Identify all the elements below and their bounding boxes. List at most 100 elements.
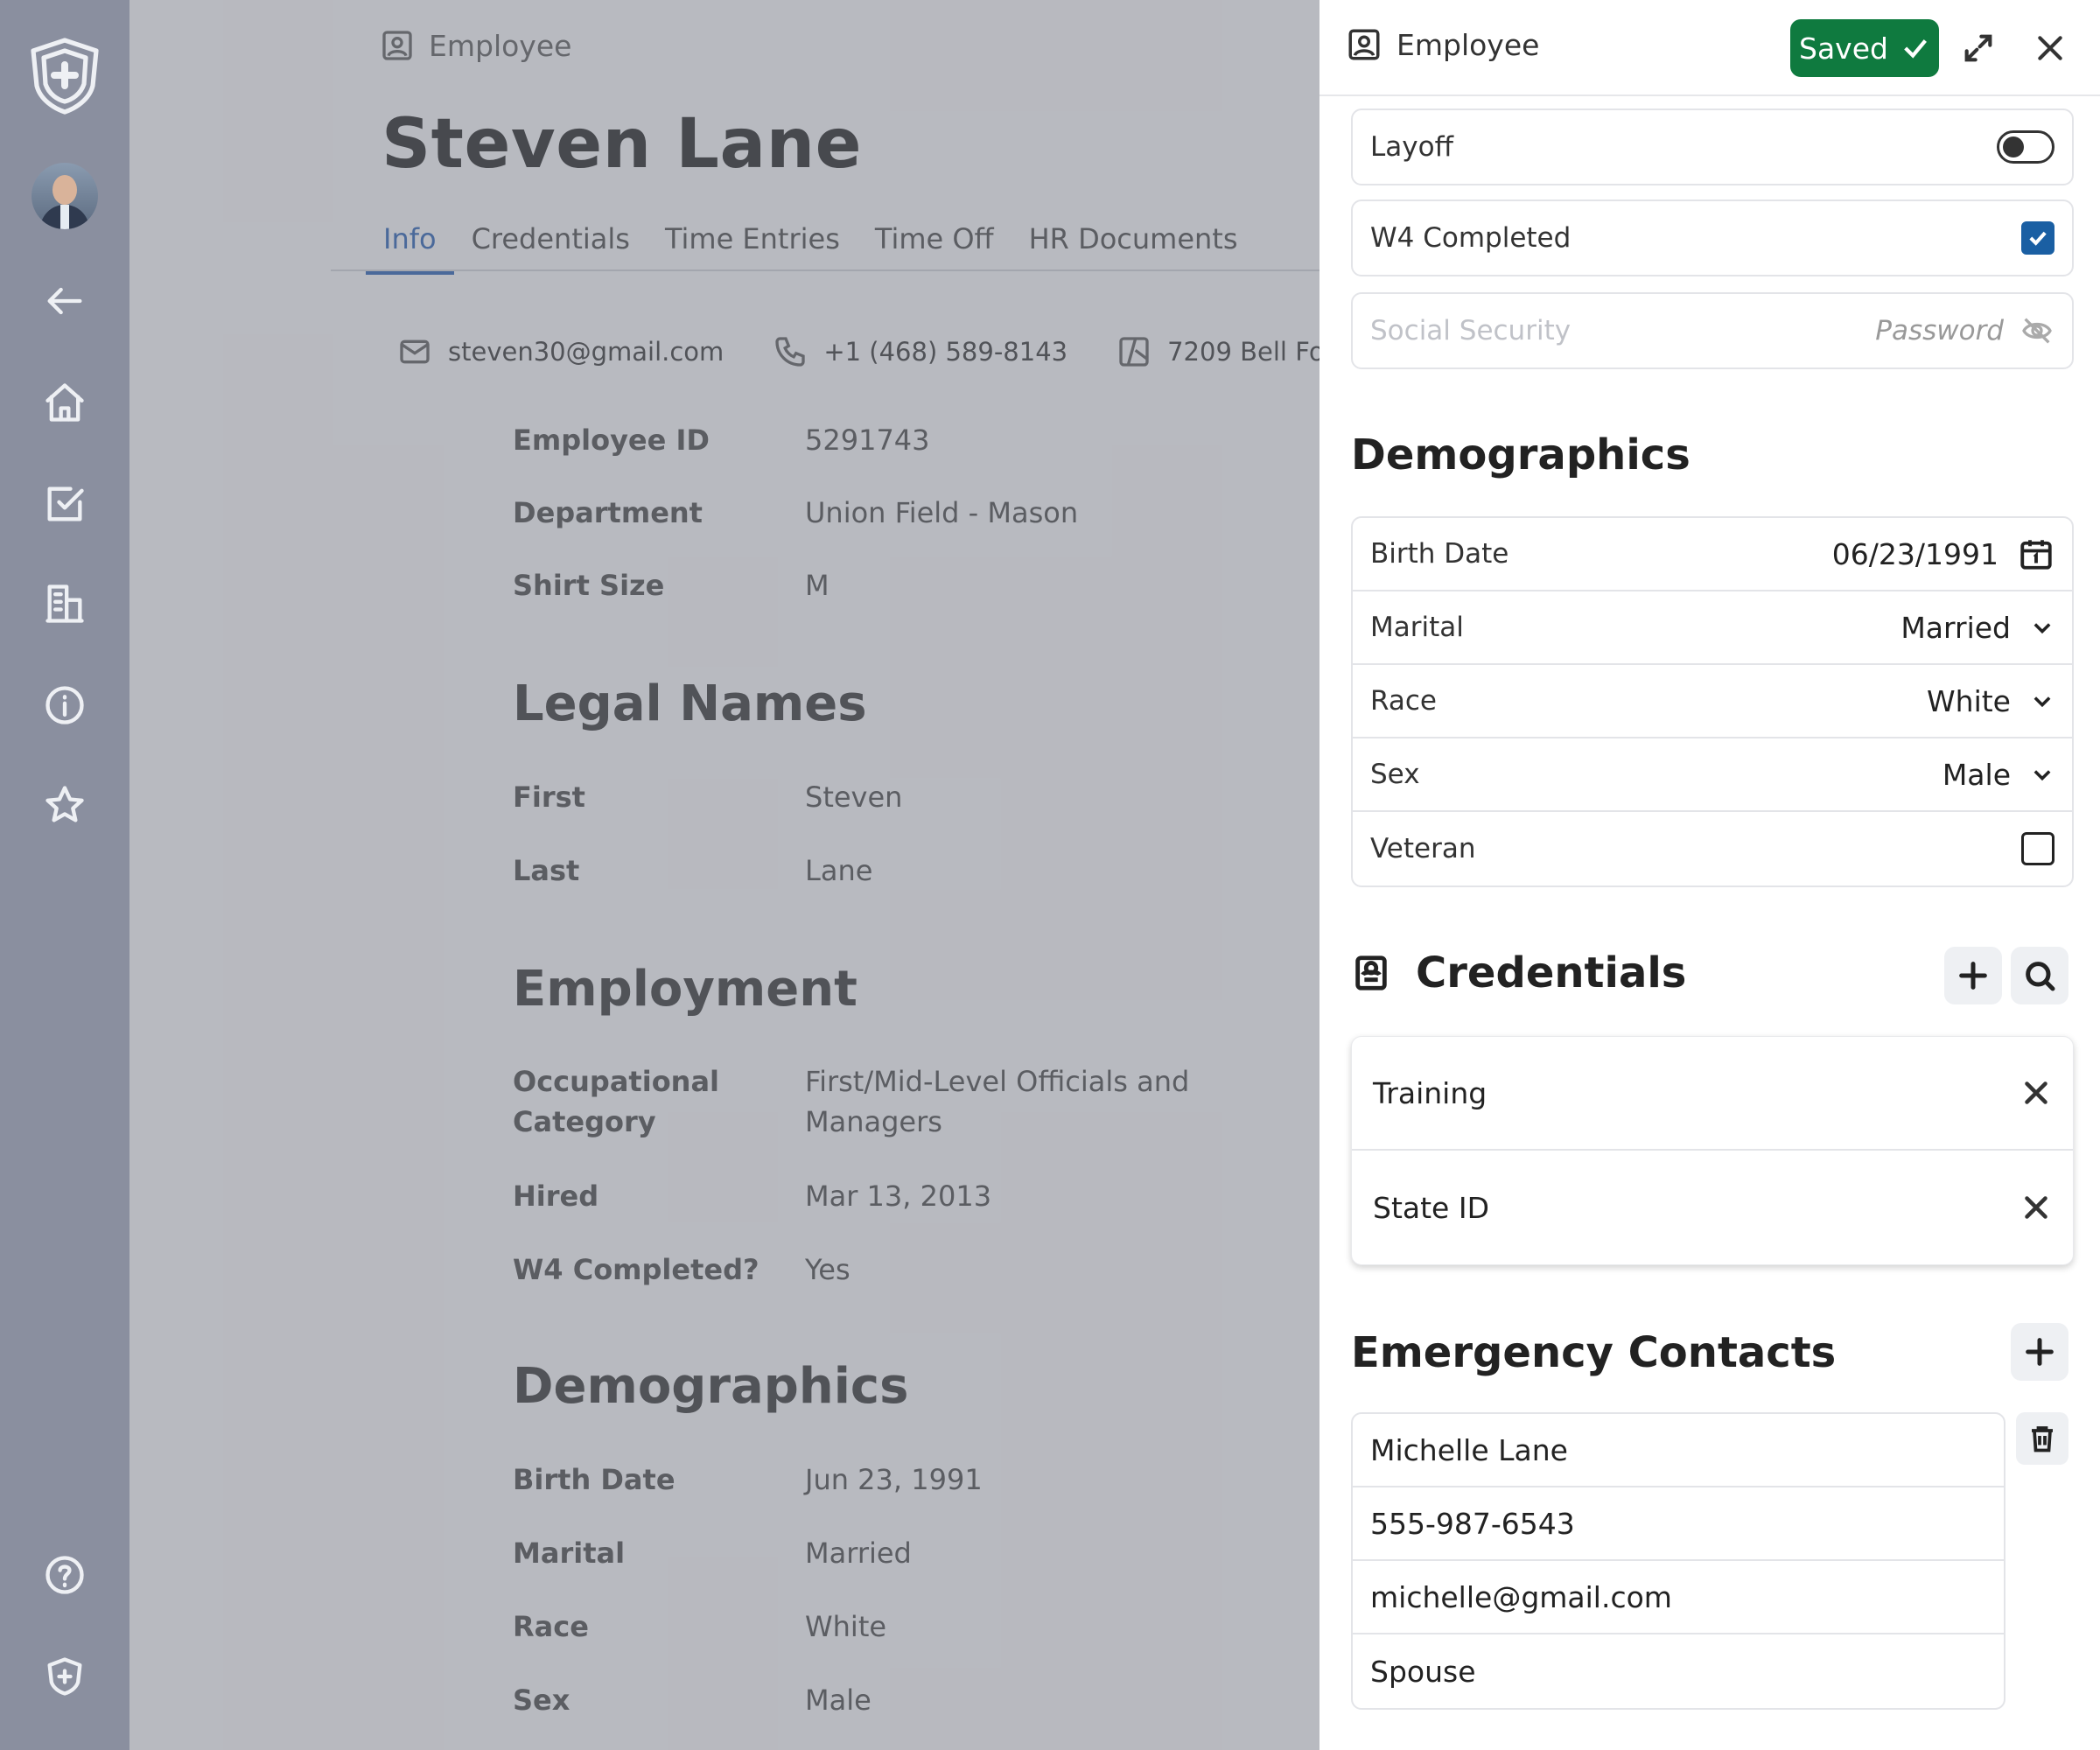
saved-button[interactable]: Saved: [1790, 19, 1939, 77]
shirt-size-value: M: [805, 569, 830, 602]
tab-time-entries[interactable]: Time Entries: [648, 215, 858, 275]
tab-time-off[interactable]: Time Off: [858, 215, 1012, 275]
first-name-value: Steven: [805, 780, 903, 814]
phone-text: +1 (468) 589-8143: [823, 337, 1068, 367]
w4-completed-label: W4 Completed?: [513, 1253, 760, 1286]
employment-heading: Employment: [513, 961, 858, 1018]
w4-row: W4 Completed: [1353, 201, 2072, 275]
veteran-label: Veteran: [1370, 833, 1476, 864]
employee-id-label: Employee ID: [513, 424, 710, 457]
race-value-wrap: White: [1927, 684, 2054, 718]
w4-checkbox[interactable]: [2021, 221, 2054, 255]
shirt-size-label: Shirt Size: [513, 569, 665, 602]
veteran-checkbox[interactable]: [2021, 832, 2054, 865]
layoff-label: Layoff: [1370, 131, 1453, 163]
employee-id-value: 5291743: [805, 424, 930, 457]
password-hint: Password: [1875, 313, 2054, 348]
search-icon: [2026, 962, 2055, 991]
birth-date-field[interactable]: Birth Date 06/23/1991: [1353, 518, 2072, 592]
sex-label: Sex: [513, 1684, 570, 1717]
phone-icon: [775, 337, 805, 367]
check-icon: [1904, 39, 1927, 59]
breadcrumb: Employee: [380, 28, 571, 63]
delete-contact-button[interactable]: [2016, 1412, 2068, 1465]
remove-icon[interactable]: [2020, 1077, 2052, 1109]
hired-value: Mar 13, 2013: [805, 1180, 992, 1213]
search-credential-button[interactable]: [2011, 947, 2068, 1004]
avatar[interactable]: [32, 163, 98, 229]
legal-names-heading: Legal Names: [513, 676, 867, 732]
credentials-list: Training State ID: [1351, 1036, 2074, 1265]
sex-select[interactable]: Sex Male: [1353, 738, 2072, 812]
employee-page: Employee Steven Lane Info Credentials Ti…: [130, 0, 1457, 1750]
demographics-heading: Demographics: [513, 1358, 909, 1415]
calendar-icon[interactable]: [2018, 536, 2054, 572]
layoff-row: Layoff: [1353, 110, 2072, 184]
sex-value: Male: [805, 1684, 872, 1717]
sex-value-wrap: Male: [1942, 758, 2054, 792]
shield-icon[interactable]: [38, 1650, 91, 1703]
breadcrumb-label: Employee: [429, 28, 572, 63]
add-emergency-contact-button[interactable]: [2011, 1323, 2068, 1381]
race-label: Race: [1370, 685, 1437, 717]
occupational-label-line2: Category: [513, 1105, 656, 1138]
emergency-contact-card: Michelle Lane 555-987-6543 michelle@gmai…: [1351, 1412, 2006, 1710]
w4-card: W4 Completed: [1351, 200, 2074, 276]
close-button[interactable]: [2028, 26, 2072, 70]
plus-icon: [1959, 962, 1987, 990]
expand-button[interactable]: [1956, 26, 2000, 70]
email-contact[interactable]: steven30@gmail.com: [397, 334, 724, 369]
info-icon[interactable]: [38, 679, 91, 732]
employee-edit-panel: Employee Saved Layoff W4 Completed Socia…: [1320, 0, 2100, 1750]
panel-title-text: Employee: [1396, 27, 1540, 62]
eye-off-icon[interactable]: [2020, 313, 2054, 348]
expand-icon: [1964, 34, 1992, 62]
layoff-card: Layoff: [1351, 108, 2074, 186]
map-icon: [1119, 337, 1149, 367]
tab-info[interactable]: Info: [366, 215, 454, 275]
tab-hr-documents[interactable]: HR Documents: [1012, 215, 1256, 275]
remove-icon[interactable]: [2020, 1192, 2052, 1223]
race-value: White: [1927, 683, 2011, 718]
marital-label: Marital: [1370, 612, 1464, 643]
building-icon[interactable]: [38, 578, 91, 630]
credential-item[interactable]: State ID: [1352, 1151, 2073, 1264]
employee-badge-icon: [382, 31, 412, 60]
race-label: Race: [513, 1610, 589, 1643]
department-label: Department: [513, 496, 703, 529]
race-value: White: [805, 1610, 887, 1643]
credentials-heading: Credentials: [1351, 948, 1686, 998]
tab-bar: Info Credentials Time Entries Time Off H…: [366, 215, 1256, 275]
layoff-toggle[interactable]: [1997, 130, 2054, 164]
occupational-value: First/Mid-Level Officials and Managers: [805, 1065, 1190, 1138]
ssn-field[interactable]: Social Security Password: [1353, 294, 2072, 368]
arrow-left-icon[interactable]: [38, 275, 91, 327]
marital-select[interactable]: Marital Married: [1353, 592, 2072, 665]
w4-label: W4 Completed: [1370, 222, 1572, 254]
page-title: Steven Lane: [382, 105, 863, 184]
credential-item[interactable]: Training: [1352, 1037, 2073, 1151]
contact-name-field[interactable]: Michelle Lane: [1353, 1414, 2004, 1488]
occupational-label-line1: Occupational: [513, 1065, 720, 1098]
help-icon[interactable]: [38, 1549, 91, 1601]
close-icon: [2038, 36, 2062, 60]
add-credential-button[interactable]: [1944, 947, 2002, 1004]
star-icon[interactable]: [38, 779, 91, 831]
tab-credentials[interactable]: Credentials: [454, 215, 648, 275]
shield-logo-icon[interactable]: [23, 33, 107, 117]
home-icon[interactable]: [38, 376, 91, 429]
marital-value: Married: [1900, 610, 2011, 645]
marital-value-wrap: Married: [1900, 611, 2054, 645]
credential-name: Training: [1373, 1075, 1488, 1110]
last-name-value: Lane: [805, 854, 873, 887]
contact-relation-field[interactable]: Spouse: [1353, 1634, 2004, 1708]
phone-contact[interactable]: +1 (468) 589-8143: [773, 334, 1068, 369]
contact-phone-field[interactable]: 555-987-6543: [1353, 1488, 2004, 1561]
birth-date-value-wrap: 06/23/1991: [1832, 536, 2054, 572]
race-select[interactable]: Race White: [1353, 665, 2072, 738]
checkbox-icon[interactable]: [38, 478, 91, 530]
birth-date-value: 06/23/1991: [1831, 536, 1998, 571]
check-icon: [2029, 231, 2047, 246]
email-text: steven30@gmail.com: [448, 337, 724, 367]
contact-email-field[interactable]: michelle@gmail.com: [1353, 1561, 2004, 1634]
